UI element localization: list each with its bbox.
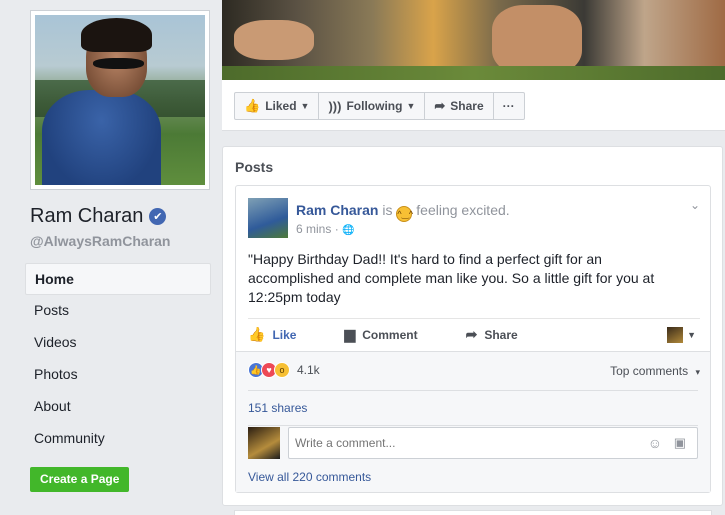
cover-photo-grass [222, 66, 725, 80]
share-arrow-icon: ➦ [434, 98, 446, 113]
page-name[interactable]: Ram Charan [30, 205, 143, 228]
feeling-excited-emoji-icon: ^‿^ [396, 206, 413, 222]
post-author-name[interactable]: Ram Charan [296, 202, 378, 218]
following-label: Following [346, 99, 403, 113]
wow-reaction-icon: o [274, 362, 290, 378]
comment-sort-dropdown[interactable]: Top comments ▾ [610, 364, 700, 378]
create-page-button[interactable]: Create a Page [30, 467, 130, 492]
following-button[interactable]: ))) Following ▼ [319, 93, 426, 119]
globe-icon: 🌐 [342, 225, 355, 236]
posts-section-title: Posts [235, 159, 274, 175]
more-options-button[interactable]: ··· [494, 93, 524, 119]
cover-actions-bar: 👍 Liked ▼ ))) Following ▼ ➦ Share ··· [234, 92, 525, 120]
share-label: Share [484, 327, 518, 342]
emoji-icon[interactable]: ☺ [648, 435, 662, 451]
post-time-separator: · [334, 222, 339, 236]
liked-label: Liked [265, 99, 297, 113]
page-name-row: Ram Charan ✔ [30, 205, 167, 228]
nav-item-photos[interactable]: Photos [25, 359, 211, 391]
post-timestamp[interactable]: 6 mins [296, 222, 331, 236]
nav-item-posts[interactable]: Posts [25, 295, 211, 327]
profile-picture-person-hair [80, 18, 153, 53]
post-author-avatar[interactable] [248, 198, 288, 238]
thumbs-up-icon: 👍 [248, 326, 266, 342]
nav-item-community[interactable]: Community [25, 423, 211, 455]
profile-picture-person-body [41, 89, 161, 185]
cover-photo-hand-left [234, 20, 314, 60]
thumbs-up-icon: 👍 [244, 98, 261, 113]
view-all-comments-link[interactable]: View all 220 comments [248, 470, 371, 484]
profile-picture-frame[interactable] [30, 10, 210, 190]
posts-card: Posts Ram Charan is ^‿^ feeling excited.… [222, 146, 723, 506]
liked-button[interactable]: 👍 Liked ▼ [235, 93, 320, 119]
post-as-avatar [667, 327, 684, 343]
rss-icon: ))) [328, 98, 342, 114]
nav-item-home[interactable]: Home [25, 263, 211, 295]
speech-bubble-icon: ▆ [344, 326, 356, 342]
post-feedback-area: 👍 ♥ o 4.1k Top comments ▾ 151 shares ☺ ▣… [236, 351, 710, 492]
caret-down-icon: ▼ [406, 101, 416, 111]
post-header: Ram Charan is ^‿^ feeling excited. [296, 202, 510, 222]
post-timestamp-row: 6 mins · 🌐 [296, 222, 354, 236]
post-actions-bar: 👍 Like ▆ Comment ➦ Share ▼ [248, 318, 700, 350]
nav-item-about[interactable]: About [25, 391, 211, 423]
reactions-summary[interactable]: 👍 ♥ o 4.1k [248, 362, 320, 378]
commenter-avatar [248, 427, 280, 459]
sticker-icon[interactable]: ▣ [674, 435, 686, 451]
caret-down-icon: ▾ [695, 367, 700, 377]
next-post-card-edge [234, 510, 712, 515]
cover-photo-thumbs-up [492, 5, 582, 75]
caret-down-icon: ▼ [687, 330, 696, 340]
like-button[interactable]: 👍 Like [248, 326, 296, 343]
profile-picture-sunglasses [92, 57, 144, 70]
comment-input[interactable] [288, 427, 698, 459]
post-as-selector[interactable]: ▼ [667, 327, 696, 343]
share-arrow-icon: ➦ [465, 326, 478, 342]
reaction-count: 4.1k [297, 363, 320, 377]
page-handle[interactable]: @AlwaysRamCharan [30, 233, 170, 249]
share-page-label: Share [450, 99, 484, 113]
caret-down-icon: ▼ [300, 101, 310, 111]
profile-picture[interactable] [35, 15, 205, 185]
comment-button[interactable]: ▆ Comment [344, 326, 417, 343]
share-page-button[interactable]: ➦ Share [425, 93, 494, 119]
post-feeling-text: feeling excited. [416, 202, 510, 218]
comment-sort-label: Top comments [610, 364, 689, 378]
comment-composer: ☺ ▣ [248, 425, 698, 459]
post-is-text: is [382, 202, 393, 218]
more-icon: ··· [502, 99, 515, 113]
cover-card: 👍 Liked ▼ ))) Following ▼ ➦ Share ··· [222, 0, 725, 131]
share-button[interactable]: ➦ Share [466, 326, 518, 343]
post-text: "Happy Birthday Dad!! It's hard to find … [248, 251, 655, 305]
nav-item-videos[interactable]: Videos [25, 327, 211, 359]
post: Ram Charan is ^‿^ feeling excited. 6 min… [235, 185, 711, 493]
page-nav: Home Posts Videos Photos About Community [25, 263, 211, 455]
cover-photo[interactable] [222, 0, 725, 80]
shares-link[interactable]: 151 shares [248, 390, 698, 415]
post-options-chevron-icon[interactable]: ⌄ [690, 198, 700, 212]
verified-badge-icon: ✔ [149, 208, 167, 225]
like-label: Like [272, 327, 297, 342]
comment-label: Comment [362, 327, 418, 342]
